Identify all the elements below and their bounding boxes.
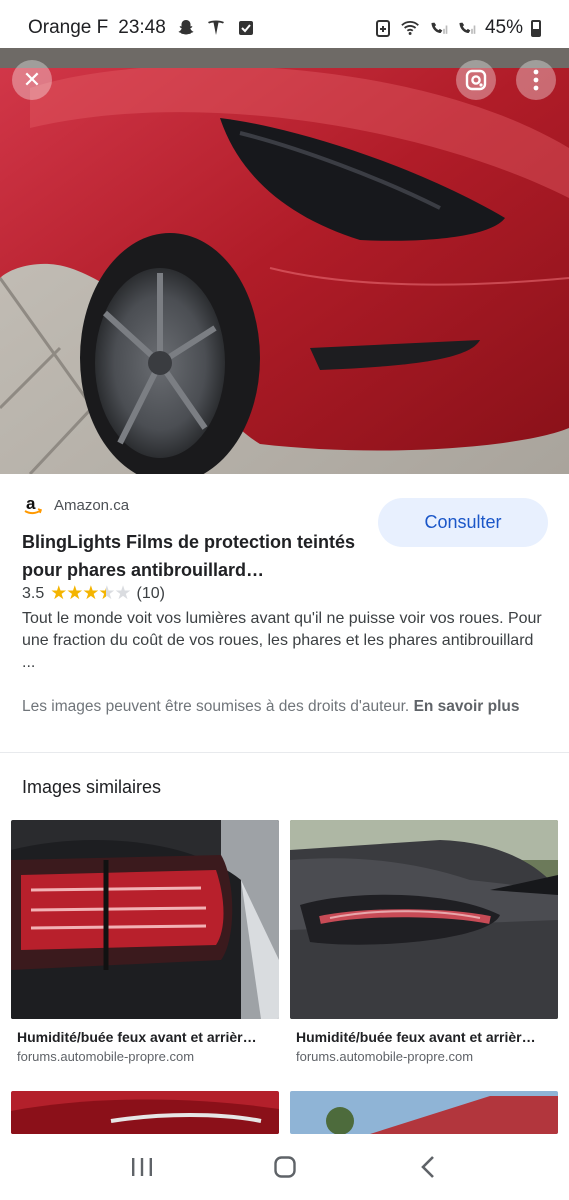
similar-image-1-title[interactable]: Humidité/buée feux avant et arrièr… [17,1029,277,1045]
lens-icon [465,69,487,91]
rating-row: 3.5 ★ ★ ★ ★ ★ (10) [22,582,165,605]
copyright-notice: Les images peuvent être soumises à des d… [22,696,552,718]
similar-image-1[interactable] [11,820,279,1019]
learn-more-link[interactable]: En savoir plus [414,698,520,715]
lens-button[interactable] [456,60,496,100]
clock: 23:48 [118,17,166,38]
similar-image-3[interactable] [11,1091,279,1134]
volte-signal-2-icon [457,18,477,38]
star-icon: ★ [66,583,83,604]
amazon-logo-icon: a [22,494,44,516]
wifi-call-icon [401,18,421,38]
source-row[interactable]: a Amazon.ca [22,494,129,516]
close-button[interactable]: ✕ [12,60,52,100]
star-half-icon: ★ [98,583,115,604]
similar-image-2-title[interactable]: Humidité/buée feux avant et arrièr… [296,1029,556,1045]
checkbox-icon [236,18,256,38]
star-icon: ★ [82,583,99,604]
star-rating: ★ ★ ★ ★ ★ [50,582,131,605]
close-icon: ✕ [22,67,42,92]
tesla-icon [206,18,226,38]
similar-image-2[interactable] [290,820,558,1019]
home-icon [273,1156,296,1178]
back-button[interactable] [408,1147,448,1187]
star-empty-icon: ★ [114,583,131,604]
rating-value: 3.5 [22,584,45,602]
consult-button[interactable]: Consulter [378,498,548,547]
back-icon [420,1156,434,1178]
home-button[interactable] [265,1147,305,1187]
snapchat-icon [176,18,196,38]
battery-icon [531,19,541,37]
star-icon: ★ [50,583,67,604]
source-label: Amazon.ca [54,496,130,514]
navigation-bar [0,1134,569,1200]
hero-image[interactable]: ✕ [0,48,569,474]
copyright-text: Les images peuvent être soumises à des d… [22,698,410,715]
svg-text:a: a [26,494,36,513]
product-description: Tout le monde voit vos lumières avant qu… [22,610,542,671]
product-title[interactable]: BlingLights Films de protection teintés … [22,528,362,584]
similar-images-heading: Images similaires [22,777,162,797]
volte-signal-1-icon [429,18,449,38]
battery-percent: 45% [484,17,523,38]
data-saver-icon [373,18,393,38]
carrier-label: Orange F [28,17,109,38]
recent-apps-icon [131,1158,152,1176]
divider [0,752,569,753]
more-options-button[interactable] [516,60,556,100]
review-count: (10) [136,584,165,602]
more-vert-icon [533,69,539,91]
similar-image-2-source: forums.automobile-propre.com [296,1049,474,1064]
similar-image-4[interactable] [290,1091,558,1134]
similar-image-1-source: forums.automobile-propre.com [17,1049,195,1064]
recent-apps-button[interactable] [122,1147,162,1187]
